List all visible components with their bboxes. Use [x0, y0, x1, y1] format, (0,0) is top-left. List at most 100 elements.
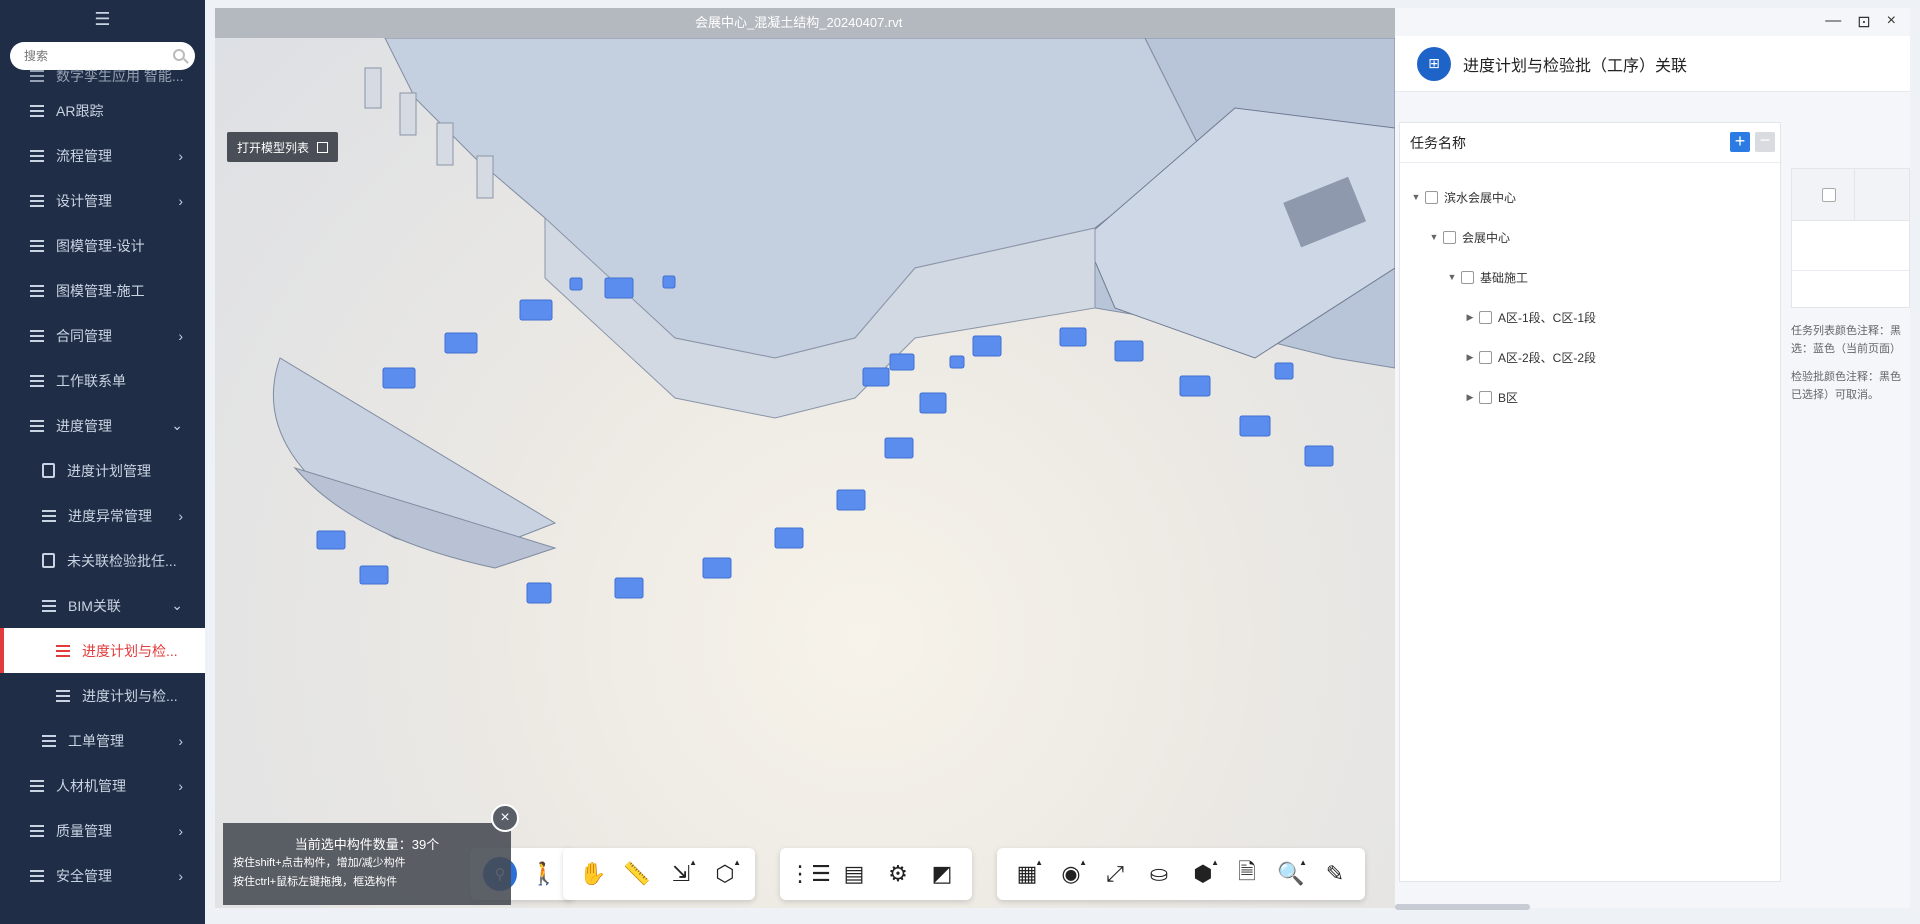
dropdown-triangle-icon: ▲ — [733, 858, 741, 867]
sidebar-item-bim-link[interactable]: BIM关联 ⌄ — [0, 583, 205, 628]
selected-component — [526, 582, 552, 604]
selected-component — [836, 489, 866, 511]
select-all-checkbox[interactable] — [1822, 188, 1836, 202]
tree-node[interactable]: ▼ 基础施工 — [1400, 257, 1780, 297]
sidebar-item-plan-batch-link-active[interactable]: 进度计划与检... — [0, 628, 205, 673]
caret-right-icon[interactable]: ▶ — [1464, 392, 1476, 403]
model-file-title: 会展中心_混凝土结构_20240407.rvt — [215, 8, 1395, 38]
sidebar-item-unlinked-batch[interactable]: 未关联检验批任... — [0, 538, 205, 583]
selected-component — [1304, 445, 1334, 467]
markup-button[interactable]: ✎ — [1313, 854, 1357, 894]
bim-viewport[interactable]: 会展中心_混凝土结构_20240407.rvt 打开模型列表 🚶 ✋ 📏 ⇲ ▲… — [215, 8, 1395, 908]
horizontal-scrollbar[interactable] — [1395, 904, 1530, 910]
section-button[interactable]: ⇲ ▲ — [659, 854, 703, 894]
fit-view-button[interactable]: ⤢ — [1093, 854, 1137, 894]
caret-down-icon[interactable]: ▼ — [1446, 272, 1458, 282]
sidebar-item-work-contact[interactable]: 工作联系单 — [0, 358, 205, 403]
cube-view-button[interactable]: ⬡ ▲ — [703, 854, 747, 894]
sidebar-item-process[interactable]: 流程管理 › — [0, 133, 205, 178]
legend-batch-line-2: 已选择）可取消。 — [1791, 389, 1879, 401]
visibility-button[interactable]: ◉ ▲ — [1049, 854, 1093, 894]
node-checkbox[interactable] — [1479, 350, 1492, 364]
selected-component — [1114, 340, 1144, 362]
sidebar-item-label: 设计管理 — [56, 192, 112, 209]
tree-node-label: 基础施工 — [1480, 270, 1529, 285]
eye-icon: ◉ — [1061, 861, 1081, 886]
minimize-icon[interactable]: — — [1825, 12, 1841, 32]
tree-node[interactable]: ▶ A区-2段、C区-2段 — [1400, 337, 1780, 377]
paint-button[interactable]: ⛀ — [1137, 854, 1181, 894]
sidebar-item-work-order[interactable]: 工单管理 › — [0, 718, 205, 763]
sidebar-item-label: 工单管理 — [68, 732, 124, 749]
bim-model-canvas[interactable] — [215, 38, 1395, 908]
sidebar-item-label: 安全管理 — [56, 867, 112, 884]
material-button[interactable]: ◩ — [920, 854, 964, 894]
sidebar-item-label: 流程管理 — [56, 147, 112, 164]
table-header — [1792, 169, 1909, 221]
person-icon: 🚶 — [530, 861, 558, 886]
sidebar-item-label: 人材机管理 — [56, 777, 126, 794]
search-doc-button[interactable]: 🔍 ▲ — [1269, 854, 1313, 894]
settings-button[interactable]: ⚙ — [876, 854, 920, 894]
sidebar-item-model-design[interactable]: 图模管理-设计 — [0, 223, 205, 268]
open-model-list-button[interactable]: 打开模型列表 — [227, 132, 339, 162]
list-icon — [30, 374, 44, 387]
sidebar-item-model-construction[interactable]: 图模管理-施工 — [0, 268, 205, 313]
caret-down-icon[interactable]: ▼ — [1410, 192, 1422, 202]
node-checkbox[interactable] — [1425, 190, 1438, 204]
selected-component — [359, 565, 389, 585]
sidebar-item-ar[interactable]: AR跟踪 — [0, 88, 205, 133]
sidebar-item-quality[interactable]: 质量管理 › — [0, 808, 205, 853]
node-checkbox[interactable] — [1479, 310, 1492, 324]
column-divider — [1854, 169, 1855, 220]
tree-node[interactable]: ▶ A区-1段、C区-1段 — [1400, 297, 1780, 337]
report-button[interactable]: 🗎 — [1225, 854, 1269, 894]
tree-node[interactable]: ▶ B区 — [1400, 377, 1780, 417]
selected-component — [604, 277, 634, 299]
sidebar-item-schedule[interactable]: 进度管理 ⌄ — [0, 403, 205, 448]
add-icon[interactable]: + — [1730, 132, 1750, 152]
search-icon[interactable] — [173, 49, 185, 61]
node-checkbox[interactable] — [1461, 270, 1474, 284]
node-checkbox[interactable] — [1443, 230, 1456, 244]
tree-node[interactable]: ▼ 会展中心 — [1400, 217, 1780, 257]
sidebar-item-plan-batch-link-2[interactable]: 进度计划与检... — [0, 673, 205, 718]
app-logo-icon: ⊞ — [1417, 46, 1451, 81]
sidebar-item-resources[interactable]: 人材机管理 › — [0, 763, 205, 808]
chevron-right-icon: › — [178, 777, 183, 794]
doc-view-button[interactable]: ▦ ▲ — [1005, 854, 1049, 894]
gear-icon: ⚙ — [888, 861, 908, 886]
selection-hint-2: 按住ctrl+鼠标左键拖拽，框选构件 — [233, 876, 398, 888]
measure-button[interactable]: 📏 — [615, 854, 659, 894]
tree-node-label: A区-1段、C区-1段 — [1498, 310, 1597, 325]
selected-component — [889, 353, 915, 371]
panel-title: 进度计划与检验批（工序）关联 — [1463, 57, 1688, 75]
menu-fold-icon[interactable]: ☰ — [0, 0, 205, 38]
sidebar-item-schedule-plan[interactable]: 进度计划管理 — [0, 448, 205, 493]
selected-component — [972, 335, 1002, 357]
isolate-button[interactable]: ⬢ ▲ — [1181, 854, 1225, 894]
sidebar-item-contract[interactable]: 合同管理 › — [0, 313, 205, 358]
close-icon[interactable]: × — [1887, 12, 1896, 32]
isolate-cube-icon: ⬢ — [1193, 861, 1213, 886]
sidebar-item-safety[interactable]: 安全管理 › — [0, 853, 205, 898]
node-checkbox[interactable] — [1479, 390, 1492, 404]
pan-button[interactable]: ✋ — [571, 854, 615, 894]
sidebar-item-schedule-exception[interactable]: 进度异常管理 › — [0, 493, 205, 538]
legend-batch-line-1: 检验批颜色注释：黑色 — [1791, 371, 1901, 383]
caret-right-icon[interactable]: ▶ — [1464, 312, 1476, 323]
model-tree-button[interactable]: ⋮☰ — [788, 854, 832, 894]
sidebar-item-label: 图模管理-施工 — [56, 282, 145, 299]
person-view-button[interactable]: 🚶 — [522, 854, 566, 894]
list-icon — [30, 70, 44, 82]
close-info-button[interactable]: × — [491, 804, 519, 832]
caret-down-icon[interactable]: ▼ — [1428, 232, 1440, 242]
properties-icon: ▤ — [843, 861, 865, 886]
properties-button[interactable]: ▤ — [832, 854, 876, 894]
sidebar-item-partial[interactable]: 数字孪生应用 智能... — [0, 64, 205, 88]
tree-node[interactable]: ▼ 滨水会展中心 — [1400, 177, 1780, 217]
caret-right-icon[interactable]: ▶ — [1464, 352, 1476, 363]
maximize-icon[interactable]: ⊡ — [1857, 12, 1870, 32]
remove-icon[interactable]: − — [1755, 131, 1775, 152]
sidebar-item-design[interactable]: 设计管理 › — [0, 178, 205, 223]
